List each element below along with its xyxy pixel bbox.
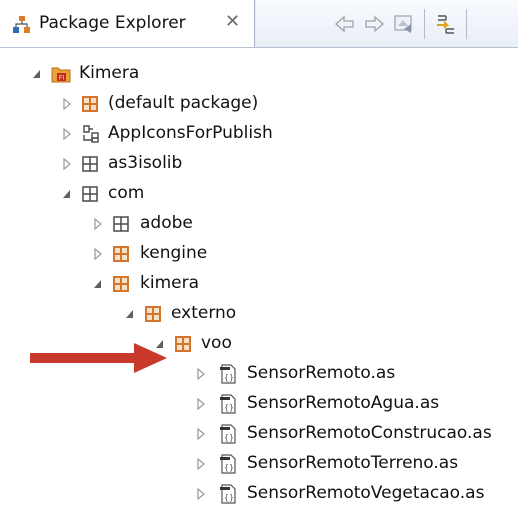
tree-item-package[interactable]: adobe bbox=[0, 209, 518, 239]
tree-item-package[interactable]: kimera bbox=[0, 269, 518, 299]
view-title: Package Explorer bbox=[39, 13, 186, 33]
package-tree: FI Kimera (default package) AppIconsForP… bbox=[0, 47, 518, 525]
annotation-arrow-icon bbox=[30, 343, 167, 373]
view-title-bar: Package Explorer ✕ bbox=[0, 0, 518, 48]
svg-text:FI: FI bbox=[59, 75, 64, 82]
actionscript-file-icon: {} bbox=[220, 364, 236, 384]
package-orange-icon bbox=[113, 276, 129, 292]
expanded-twisty-icon[interactable] bbox=[125, 308, 135, 320]
tree-item-package[interactable]: as3isolib bbox=[0, 149, 518, 179]
collapsed-twisty-icon[interactable] bbox=[196, 398, 206, 410]
collapsed-twisty-icon[interactable] bbox=[196, 488, 206, 500]
tree-item-package[interactable]: com bbox=[0, 179, 518, 209]
expanded-twisty-icon[interactable] bbox=[32, 68, 42, 80]
tree-item-file[interactable]: {} SensorRemotoTerreno.as bbox=[0, 449, 518, 479]
tree-item-label: SensorRemotoAgua.as bbox=[247, 393, 440, 413]
tree-item-label: kimera bbox=[140, 273, 199, 293]
package-orange-icon bbox=[82, 96, 98, 112]
tree-item-package[interactable]: (default package) bbox=[0, 89, 518, 119]
actionscript-file-icon: {} bbox=[220, 484, 236, 504]
tree-item-label: SensorRemotoTerreno.as bbox=[247, 453, 459, 473]
back-icon[interactable] bbox=[333, 12, 357, 36]
package-explorer-view: Package Explorer ✕ FI Kimera (default pa… bbox=[0, 0, 518, 525]
actionscript-file-icon: {} bbox=[220, 454, 236, 474]
tree-item-label: Kimera bbox=[79, 63, 140, 83]
tree-item-label: adobe bbox=[140, 213, 193, 233]
tree-item-package[interactable]: externo bbox=[0, 299, 518, 329]
tree-item-file[interactable]: {} SensorRemotoConstrucao.as bbox=[0, 419, 518, 449]
toolbar-separator bbox=[424, 9, 425, 39]
tree-item-package[interactable]: kengine bbox=[0, 239, 518, 269]
package-empty-icon bbox=[113, 216, 129, 232]
package-orange-icon bbox=[113, 246, 129, 262]
home-icon[interactable] bbox=[392, 12, 416, 36]
flex-project-icon: FI bbox=[51, 67, 71, 83]
folder-tree-icon bbox=[83, 125, 99, 143]
tree-item-label: (default package) bbox=[108, 93, 259, 113]
tree-item-file[interactable]: {} SensorRemotoVegetacao.as bbox=[0, 479, 518, 509]
tree-item-label: externo bbox=[171, 303, 237, 323]
collapsed-twisty-icon[interactable] bbox=[62, 98, 72, 110]
svg-text:{}: {} bbox=[224, 463, 234, 472]
package-orange-icon bbox=[175, 336, 191, 352]
svg-text:{}: {} bbox=[224, 373, 234, 382]
expanded-twisty-icon[interactable] bbox=[93, 278, 103, 290]
tree-item-label: kengine bbox=[140, 243, 208, 263]
tree-item-file[interactable]: {} SensorRemotoAgua.as bbox=[0, 389, 518, 419]
package-empty-icon bbox=[82, 156, 98, 172]
actionscript-file-icon: {} bbox=[220, 424, 236, 444]
link-with-editor-icon[interactable] bbox=[434, 12, 458, 36]
expanded-twisty-icon[interactable] bbox=[62, 188, 72, 200]
tree-item-label: SensorRemoto.as bbox=[247, 363, 396, 383]
collapsed-twisty-icon[interactable] bbox=[62, 128, 72, 140]
actionscript-file-icon: {} bbox=[220, 394, 236, 414]
package-explorer-tab[interactable]: Package Explorer ✕ bbox=[0, 0, 255, 47]
forward-icon[interactable] bbox=[362, 12, 386, 36]
tree-item-label: SensorRemotoConstrucao.as bbox=[247, 423, 492, 443]
collapsed-twisty-icon[interactable] bbox=[196, 428, 206, 440]
tree-item-label: voo bbox=[201, 333, 232, 353]
tree-item-label: SensorRemotoVegetacao.as bbox=[247, 483, 485, 503]
tree-item-project[interactable]: FI Kimera bbox=[0, 59, 518, 89]
collapsed-twisty-icon[interactable] bbox=[93, 218, 103, 230]
collapsed-twisty-icon[interactable] bbox=[196, 458, 206, 470]
tree-item-folder[interactable]: AppIconsForPublish bbox=[0, 119, 518, 149]
tree-item-label: AppIconsForPublish bbox=[108, 123, 273, 143]
svg-text:{}: {} bbox=[224, 433, 234, 442]
toolbar-separator bbox=[466, 9, 467, 39]
package-empty-icon bbox=[82, 186, 98, 202]
close-icon[interactable]: ✕ bbox=[225, 11, 240, 32]
collapsed-twisty-icon[interactable] bbox=[93, 248, 103, 260]
tree-item-label: com bbox=[108, 183, 145, 203]
svg-text:{}: {} bbox=[224, 403, 234, 412]
package-explorer-icon bbox=[13, 16, 30, 33]
package-orange-icon bbox=[145, 306, 161, 322]
tree-item-label: as3isolib bbox=[108, 153, 183, 173]
collapsed-twisty-icon[interactable] bbox=[62, 158, 72, 170]
collapsed-twisty-icon[interactable] bbox=[196, 368, 206, 380]
svg-text:{}: {} bbox=[224, 493, 234, 502]
